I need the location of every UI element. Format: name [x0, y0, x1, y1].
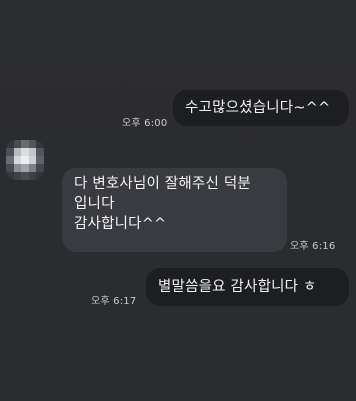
avatar[interactable]: [6, 140, 44, 180]
message-time: 오후 6:17: [91, 296, 137, 307]
message-bubble-outgoing[interactable]: 별말씀을요 감사합니다 ㅎ: [146, 268, 349, 306]
message-bubble-incoming[interactable]: 다 변호사님이 잘해주신 덕분 입니다 감사합니다^^: [62, 168, 287, 252]
message-bubble-outgoing[interactable]: 수고많으셨습니다~^^: [173, 90, 349, 126]
chat-area: 오후 6:00 수고많으셨습니다~^^ 다 변호사님이 잘해주신 덕분 입니다 …: [0, 0, 356, 401]
message-time: 오후 6:00: [122, 118, 168, 129]
message-time: 오후 6:16: [290, 241, 336, 252]
